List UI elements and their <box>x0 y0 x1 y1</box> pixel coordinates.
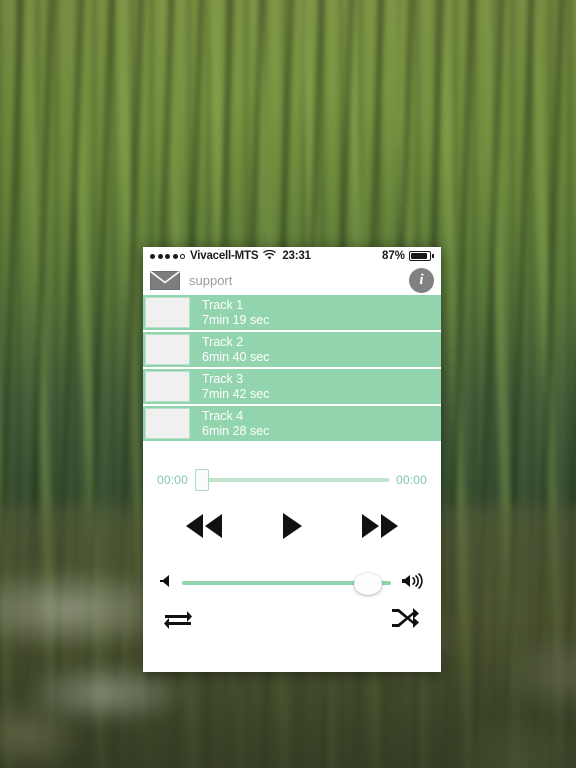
fast-forward-icon[interactable] <box>357 511 403 541</box>
progress-track <box>195 478 389 482</box>
support-label: support <box>189 272 233 288</box>
info-letter: i <box>419 271 424 288</box>
track-title: Track 2 <box>202 334 244 349</box>
info-icon[interactable]: i <box>409 267 434 293</box>
rewind-icon[interactable] <box>181 511 227 541</box>
battery-icon <box>409 251 434 261</box>
track-duration: 6min 40 sec <box>202 349 270 364</box>
repeat-icon[interactable] <box>163 607 193 634</box>
play-icon[interactable] <box>279 511 305 541</box>
player-card: Vivacell-MTS 23:31 87% support i Track 1… <box>143 247 441 672</box>
remaining-time: 00:00 <box>395 473 427 487</box>
track-thumbnail <box>145 371 190 402</box>
track-duration: 6min 28 sec <box>202 423 270 438</box>
track-title: Track 4 <box>202 408 244 423</box>
track-row[interactable]: Track 3 7min 42 sec <box>143 369 441 406</box>
track-row[interactable]: Track 2 6min 40 sec <box>143 332 441 369</box>
volume-row <box>143 541 441 595</box>
battery-percent: 87% <box>381 250 405 262</box>
progress-slider[interactable] <box>195 469 389 491</box>
track-thumbnail <box>145 297 190 328</box>
elapsed-time: 00:00 <box>157 473 189 487</box>
progress-row: 00:00 00:00 <box>143 443 441 491</box>
envelope-icon[interactable] <box>150 270 180 290</box>
track-row[interactable]: Track 1 7min 19 sec <box>143 295 441 332</box>
track-thumbnail <box>145 334 190 365</box>
wifi-icon <box>263 249 277 263</box>
track-list: Track 1 7min 19 sec Track 2 6min 40 sec … <box>143 295 441 443</box>
bottom-controls <box>143 595 441 634</box>
progress-handle[interactable] <box>195 469 210 491</box>
volume-slider[interactable] <box>182 571 391 595</box>
track-title: Track 3 <box>202 371 244 386</box>
support-bar[interactable]: support i <box>143 265 441 295</box>
volume-handle[interactable] <box>354 573 382 595</box>
track-duration: 7min 19 sec <box>202 312 270 327</box>
transport-controls <box>143 491 441 541</box>
volume-low-icon[interactable] <box>159 573 172 594</box>
carrier-name: Vivacell-MTS <box>190 250 259 262</box>
signal-strength-icon <box>150 253 185 259</box>
track-thumbnail <box>145 408 190 439</box>
status-bar: Vivacell-MTS 23:31 87% <box>143 247 441 265</box>
track-title: Track 1 <box>202 297 244 312</box>
track-row[interactable]: Track 4 6min 28 sec <box>143 406 441 443</box>
status-bar-time: 23:31 <box>282 250 311 262</box>
track-duration: 7min 42 sec <box>202 386 270 401</box>
volume-high-icon[interactable] <box>401 572 425 595</box>
shuffle-icon[interactable] <box>391 607 421 634</box>
